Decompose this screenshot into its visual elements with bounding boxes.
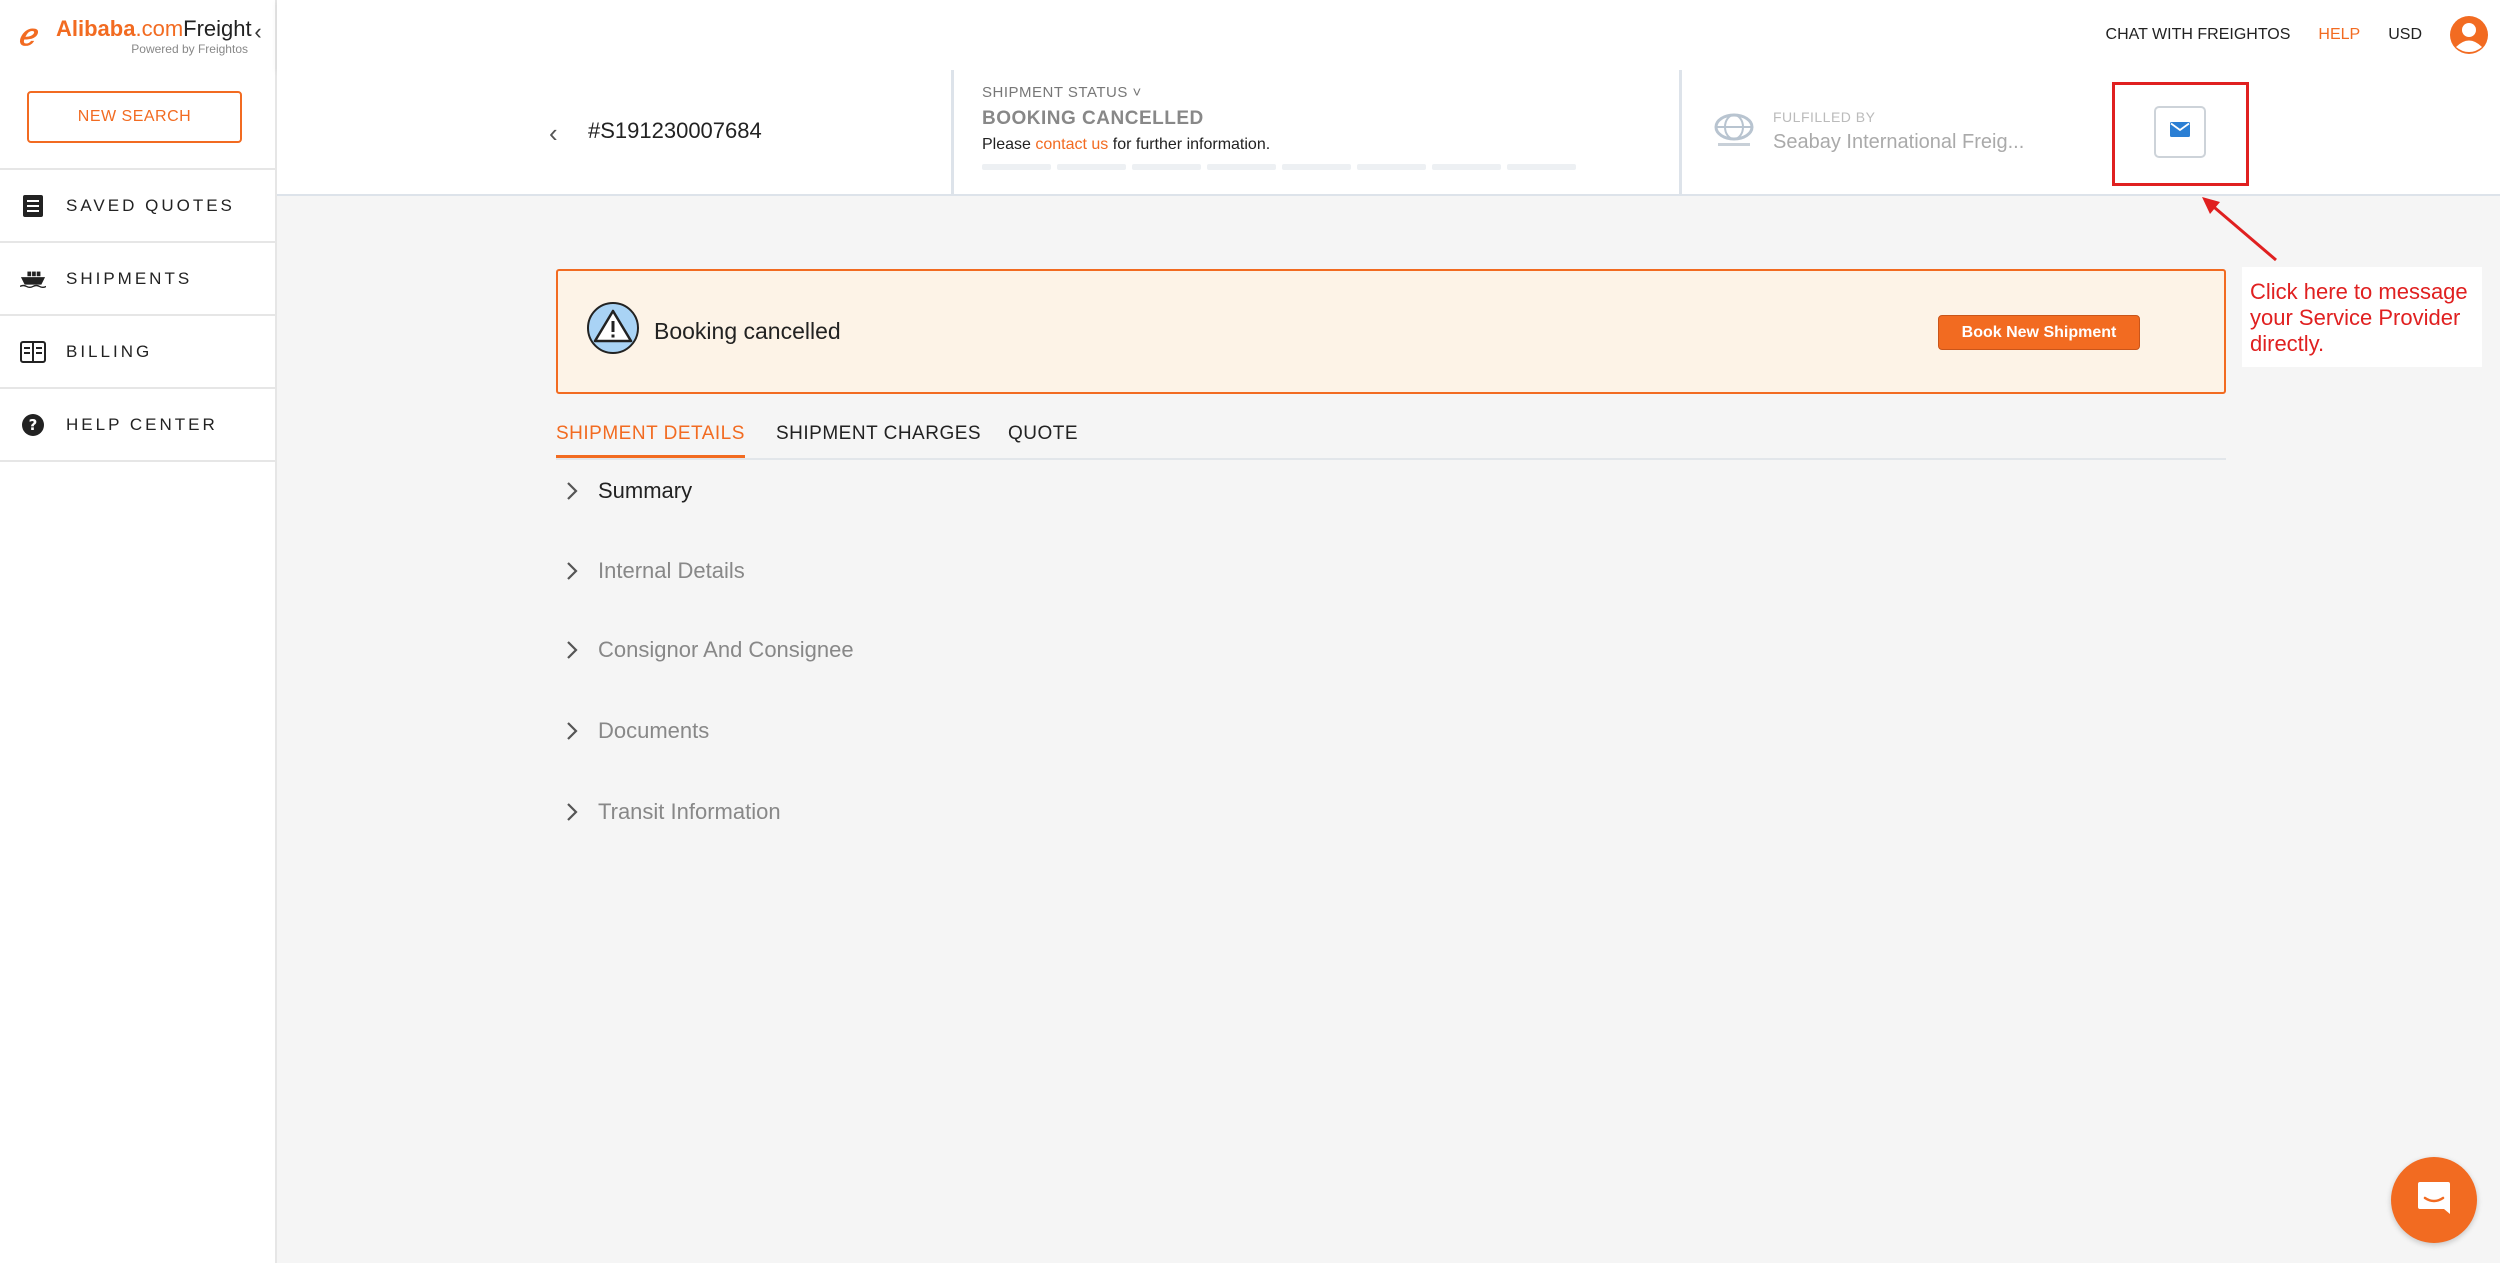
chevron-right-icon (560, 716, 584, 746)
sidebar-item-help-center[interactable]: ? HELP CENTER (0, 389, 277, 462)
chevron-right-icon (560, 797, 584, 827)
booking-cancelled-banner: Booking cancelled Book New Shipment (556, 269, 2226, 394)
section-documents[interactable]: Documents (560, 716, 709, 746)
progress-segment (1432, 164, 1501, 170)
annotation-callout: Click here to message your Service Provi… (2242, 267, 2482, 367)
progress-segment (1357, 164, 1426, 170)
chevron-down-icon: ˅ (1132, 84, 1142, 101)
collapse-sidebar-button[interactable]: ‹ (248, 20, 268, 44)
shipment-status-block: SHIPMENT STATUS ˅ BOOKING CANCELLED Plea… (982, 84, 1582, 170)
progress-segment (1132, 164, 1201, 170)
new-search-button[interactable]: NEW SEARCH (27, 91, 242, 143)
contact-us-link[interactable]: contact us (1035, 136, 1108, 153)
fulfilled-by-block: FULFILLED BY Seabay International Freig.… (1711, 108, 2024, 154)
section-title: Documents (598, 718, 710, 743)
progress-segment (1507, 164, 1576, 170)
sidebar-item-billing[interactable]: BILLING (0, 316, 277, 389)
provider-logo-icon (1711, 108, 1757, 154)
section-transit-information[interactable]: Transit Information (560, 797, 781, 827)
question-circle-icon: ? (20, 412, 46, 438)
chevron-right-icon (560, 635, 584, 665)
section-title: Consignor And Consignee (598, 637, 854, 662)
ship-icon (20, 266, 46, 292)
top-bar: CHAT WITH FREIGHTOS HELP USD (277, 0, 2500, 70)
section-title: Transit Information (598, 799, 781, 824)
header-divider (951, 70, 954, 196)
help-link[interactable]: HELP (2318, 26, 2360, 44)
tab-shipment-details[interactable]: SHIPMENT DETAILS (556, 423, 745, 458)
shipment-status-value: BOOKING CANCELLED (982, 108, 1204, 129)
section-title: Internal Details (598, 558, 745, 583)
svg-text:?: ? (29, 416, 38, 434)
message-provider-button[interactable] (2154, 106, 2206, 158)
sidebar-item-label: BILLING (66, 341, 153, 361)
book-new-shipment-button[interactable]: Book New Shipment (1938, 315, 2140, 350)
top-links: CHAT WITH FREIGHTOS HELP USD (2106, 0, 2488, 70)
tab-shipment-charges[interactable]: SHIPMENT CHARGES (776, 423, 981, 455)
status-progress-bar (982, 164, 1582, 170)
shipment-status-label[interactable]: SHIPMENT STATUS ˅ (982, 84, 1582, 101)
sidebar-item-label: SHIPMENTS (66, 268, 193, 288)
chat-with-freightos-link[interactable]: CHAT WITH FREIGHTOS (2106, 26, 2291, 44)
shipment-tabs: SHIPMENT DETAILS SHIPMENT CHARGES QUOTE (556, 418, 2226, 460)
progress-segment (1282, 164, 1351, 170)
sidebar-item-label: SAVED QUOTES (66, 195, 235, 215)
sidebar-item-saved-quotes[interactable]: SAVED QUOTES (0, 170, 277, 243)
annotation-arrow (2202, 197, 2277, 262)
back-button[interactable]: ‹ (549, 118, 565, 148)
currency-selector[interactable]: USD (2388, 26, 2422, 44)
section-consignor-and-consignee[interactable]: Consignor And Consignee (560, 635, 854, 665)
section-title: Summary (598, 478, 693, 503)
sidebar: ℯ Alibaba.comFreight Powered by Freighto… (0, 0, 277, 1263)
chat-widget-button[interactable] (2391, 1157, 2477, 1243)
provider-name: Seabay International Freig... (1773, 130, 2025, 153)
fulfilled-by-label: FULFILLED BY (1773, 108, 1876, 125)
sidebar-item-shipments[interactable]: SHIPMENTS (0, 243, 277, 316)
billing-icon (20, 339, 46, 365)
status-message: Please contact us for further informatio… (982, 136, 1271, 153)
document-list-icon (20, 193, 46, 219)
brand-name: Alibaba.comFreight (56, 16, 252, 41)
shipment-id: #S191230007684 (588, 118, 762, 143)
section-summary[interactable]: Summary (560, 476, 692, 506)
chevron-right-icon (560, 476, 584, 506)
user-avatar-icon[interactable] (2450, 16, 2488, 54)
header-divider (1679, 70, 1682, 196)
progress-segment (982, 164, 1051, 170)
warning-triangle-icon (586, 301, 640, 355)
fulfilled-by-text: FULFILLED BY Seabay International Freig.… (1773, 109, 2024, 154)
brand-subtitle: Powered by Freightos (131, 42, 248, 56)
sidebar-item-label: HELP CENTER (66, 414, 218, 434)
alibaba-logo-icon: ℯ (18, 18, 36, 53)
sidebar-nav: SAVED QUOTES SHIPMENTS BILLING ? HELP CE… (0, 168, 277, 462)
banner-message: Booking cancelled (654, 318, 841, 344)
progress-segment (1057, 164, 1126, 170)
brand-logo[interactable]: ℯ Alibaba.comFreight Powered by Freighto… (18, 14, 252, 60)
section-internal-details[interactable]: Internal Details (560, 556, 745, 586)
chat-bubble-icon (2414, 1178, 2454, 1223)
tab-quote[interactable]: QUOTE (1008, 423, 1078, 455)
progress-segment (1207, 164, 1276, 170)
chevron-right-icon (560, 556, 584, 586)
envelope-icon (2170, 122, 2190, 142)
